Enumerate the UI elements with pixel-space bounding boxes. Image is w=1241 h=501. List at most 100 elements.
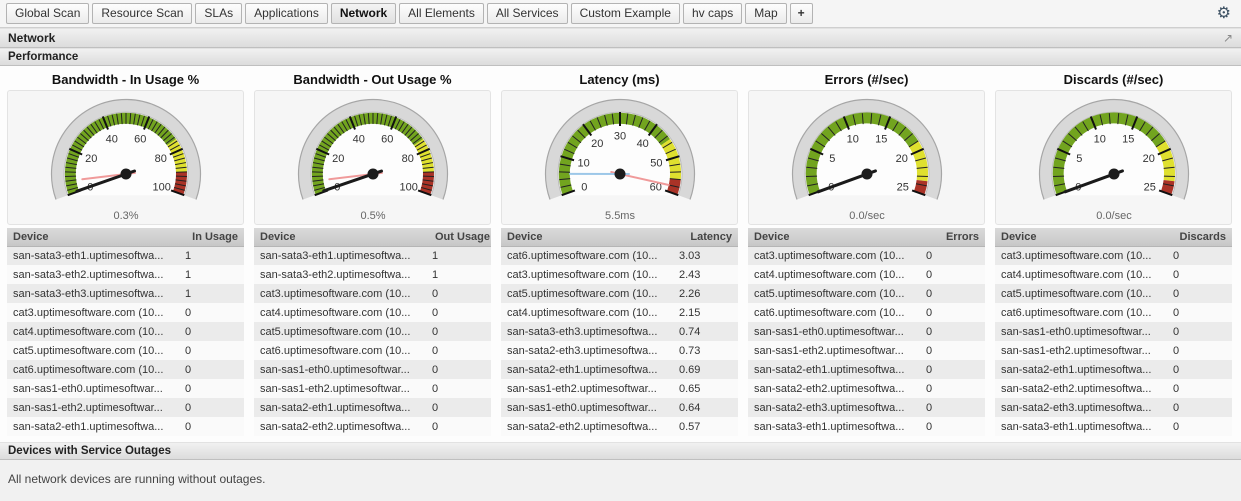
table-row[interactable]: san-sata2-eth2.uptimesoftwa...0 bbox=[254, 417, 491, 436]
table-row[interactable]: san-sas1-eth2.uptimesoftwar...0 bbox=[7, 398, 244, 417]
table-row[interactable]: cat3.uptimesoftware.com (10...0 bbox=[995, 246, 1232, 265]
table-row[interactable]: san-sata3-eth1.uptimesoftwa...0 bbox=[995, 417, 1232, 436]
table-row[interactable]: san-sata2-eth3.uptimesoftwa...0 bbox=[995, 398, 1232, 417]
table-row[interactable]: cat6.uptimesoftware.com (10...0 bbox=[995, 303, 1232, 322]
table-row[interactable]: san-sata2-eth1.uptimesoftwa...0.69 bbox=[501, 360, 738, 379]
table-row[interactable]: san-sata2-eth1.uptimesoftwa...0 bbox=[7, 417, 244, 436]
device-value: 0 bbox=[1170, 341, 1232, 360]
table-row[interactable]: san-sata2-eth3.uptimesoftwa...0.73 bbox=[501, 341, 738, 360]
device-value: 0 bbox=[923, 398, 985, 417]
device-name: san-sata2-eth1.uptimesoftwa... bbox=[254, 398, 429, 417]
table-row[interactable]: san-sas1-eth2.uptimesoftwar...0 bbox=[748, 341, 985, 360]
value-column-header[interactable]: Errors bbox=[923, 228, 985, 246]
table-row[interactable]: san-sata2-eth2.uptimesoftwa...0 bbox=[995, 379, 1232, 398]
tab-hv-caps[interactable]: hv caps bbox=[683, 3, 742, 24]
tab-global-scan[interactable]: Global Scan bbox=[6, 3, 89, 24]
value-column-header[interactable]: Discards bbox=[1170, 228, 1232, 246]
tab-resource-scan[interactable]: Resource Scan bbox=[92, 3, 192, 24]
device-column-header[interactable]: Device bbox=[995, 228, 1170, 246]
tab-slas[interactable]: SLAs bbox=[195, 3, 242, 24]
dashboard-tab-bar: Global ScanResource ScanSLAsApplications… bbox=[0, 0, 1241, 28]
table-row[interactable]: san-sata2-eth1.uptimesoftwa...0 bbox=[254, 398, 491, 417]
table-row[interactable]: cat4.uptimesoftware.com (10...0 bbox=[7, 322, 244, 341]
table-row[interactable]: san-sata2-eth2.uptimesoftwa...0.57 bbox=[501, 417, 738, 436]
table-row[interactable]: san-sata3-eth1.uptimesoftwa...1 bbox=[7, 246, 244, 265]
table-row[interactable]: san-sata2-eth3.uptimesoftwa...0 bbox=[748, 398, 985, 417]
svg-text:50: 50 bbox=[650, 158, 662, 170]
table-row[interactable]: san-sas1-eth0.uptimesoftwar...0 bbox=[748, 322, 985, 341]
table-row[interactable]: san-sata3-eth1.uptimesoftwa...1 bbox=[254, 246, 491, 265]
table-row[interactable]: san-sata3-eth3.uptimesoftwa...0.74 bbox=[501, 322, 738, 341]
value-column-header[interactable]: Out Usage bbox=[429, 228, 491, 246]
table-row[interactable]: san-sas1-eth2.uptimesoftwar...0 bbox=[254, 379, 491, 398]
table-row[interactable]: cat6.uptimesoftware.com (10...0 bbox=[748, 303, 985, 322]
device-name: san-sata2-eth2.uptimesoftwa... bbox=[748, 379, 923, 398]
svg-text:0.0/sec: 0.0/sec bbox=[1096, 210, 1132, 222]
expand-icon[interactable]: ↗ bbox=[1223, 31, 1233, 45]
value-column-header[interactable]: Latency bbox=[676, 228, 738, 246]
table-row[interactable]: san-sata3-eth2.uptimesoftwa...1 bbox=[254, 265, 491, 284]
device-name: san-sas1-eth2.uptimesoftwar... bbox=[254, 379, 429, 398]
table-row[interactable]: cat5.uptimesoftware.com (10...2.26 bbox=[501, 284, 738, 303]
app-root: Global ScanResource ScanSLAsApplications… bbox=[0, 0, 1241, 501]
table-row[interactable]: san-sata3-eth2.uptimesoftwa...1 bbox=[7, 265, 244, 284]
device-value: 1 bbox=[182, 246, 244, 265]
tab-network[interactable]: Network bbox=[331, 3, 396, 24]
device-column-header[interactable]: Device bbox=[748, 228, 923, 246]
table-row[interactable]: san-sas1-eth0.uptimesoftwar...0 bbox=[254, 360, 491, 379]
table-row[interactable]: cat4.uptimesoftware.com (10...0 bbox=[254, 303, 491, 322]
table-row[interactable]: cat5.uptimesoftware.com (10...0 bbox=[7, 341, 244, 360]
tab-map[interactable]: Map bbox=[745, 3, 786, 24]
metric-panels: Bandwidth - In Usage % 0204060801000.3% … bbox=[0, 66, 1241, 442]
table-row[interactable]: san-sata3-eth1.uptimesoftwa...0 bbox=[748, 417, 985, 436]
table-row[interactable]: san-sas1-eth0.uptimesoftwar...0 bbox=[7, 379, 244, 398]
device-name: san-sata2-eth1.uptimesoftwa... bbox=[748, 360, 923, 379]
device-name: san-sas1-eth0.uptimesoftwar... bbox=[995, 322, 1170, 341]
device-name: cat4.uptimesoftware.com (10... bbox=[748, 265, 923, 284]
device-column-header[interactable]: Device bbox=[254, 228, 429, 246]
device-column-header[interactable]: Device bbox=[501, 228, 676, 246]
tab-applications[interactable]: Applications bbox=[245, 3, 328, 24]
table-row[interactable]: cat6.uptimesoftware.com (10...3.03 bbox=[501, 246, 738, 265]
table-header-row: Device Out Usage bbox=[254, 228, 491, 246]
device-name: cat5.uptimesoftware.com (10... bbox=[254, 322, 429, 341]
table-row[interactable]: cat5.uptimesoftware.com (10...0 bbox=[748, 284, 985, 303]
table-row[interactable]: san-sata2-eth1.uptimesoftwa...0 bbox=[995, 360, 1232, 379]
table-row[interactable]: san-sata2-eth2.uptimesoftwa...0 bbox=[748, 379, 985, 398]
device-column-header[interactable]: Device bbox=[7, 228, 182, 246]
table-row[interactable]: cat4.uptimesoftware.com (10...2.15 bbox=[501, 303, 738, 322]
table-row[interactable]: cat5.uptimesoftware.com (10...0 bbox=[995, 284, 1232, 303]
table-row[interactable]: san-sata3-eth3.uptimesoftwa...1 bbox=[7, 284, 244, 303]
table-row[interactable]: san-sas1-eth0.uptimesoftwar...0.64 bbox=[501, 398, 738, 417]
table-row[interactable]: cat3.uptimesoftware.com (10...0 bbox=[254, 284, 491, 303]
tab-custom-example[interactable]: Custom Example bbox=[571, 3, 680, 24]
device-value: 0 bbox=[1170, 246, 1232, 265]
table-row[interactable]: cat4.uptimesoftware.com (10...0 bbox=[995, 265, 1232, 284]
add-tab-button[interactable]: + bbox=[790, 3, 813, 24]
table-row[interactable]: cat4.uptimesoftware.com (10...0 bbox=[748, 265, 985, 284]
table-row[interactable]: cat3.uptimesoftware.com (10...0 bbox=[748, 246, 985, 265]
gauge-chart: 0204060801000.3% bbox=[21, 92, 231, 224]
svg-text:40: 40 bbox=[105, 133, 117, 145]
table-row[interactable]: san-sata2-eth1.uptimesoftwa...0 bbox=[748, 360, 985, 379]
svg-text:10: 10 bbox=[1093, 133, 1105, 145]
table-row[interactable]: cat6.uptimesoftware.com (10...0 bbox=[7, 360, 244, 379]
tab-all-elements[interactable]: All Elements bbox=[399, 3, 484, 24]
device-name: san-sas1-eth2.uptimesoftwar... bbox=[501, 379, 676, 398]
tab-all-services[interactable]: All Services bbox=[487, 3, 568, 24]
value-column-header[interactable]: In Usage bbox=[182, 228, 244, 246]
table-row[interactable]: cat3.uptimesoftware.com (10...2.43 bbox=[501, 265, 738, 284]
table-row[interactable]: cat5.uptimesoftware.com (10...0 bbox=[254, 322, 491, 341]
device-name: san-sas1-eth0.uptimesoftwar... bbox=[748, 322, 923, 341]
device-name: san-sas1-eth0.uptimesoftwar... bbox=[7, 379, 182, 398]
table-row[interactable]: san-sas1-eth0.uptimesoftwar...0 bbox=[995, 322, 1232, 341]
gear-icon[interactable]: ⚙ bbox=[1213, 6, 1235, 22]
table-row[interactable]: san-sas1-eth2.uptimesoftwar...0.65 bbox=[501, 379, 738, 398]
table-row[interactable]: san-sas1-eth2.uptimesoftwar...0 bbox=[995, 341, 1232, 360]
table-row[interactable]: cat3.uptimesoftware.com (10...0 bbox=[7, 303, 244, 322]
svg-text:0.3%: 0.3% bbox=[113, 210, 138, 222]
svg-text:0.5%: 0.5% bbox=[360, 210, 385, 222]
device-value: 0 bbox=[429, 303, 491, 322]
table-row[interactable]: cat6.uptimesoftware.com (10...0 bbox=[254, 341, 491, 360]
device-table: Device Out Usage san-sata3-eth1.uptimeso… bbox=[254, 228, 491, 436]
